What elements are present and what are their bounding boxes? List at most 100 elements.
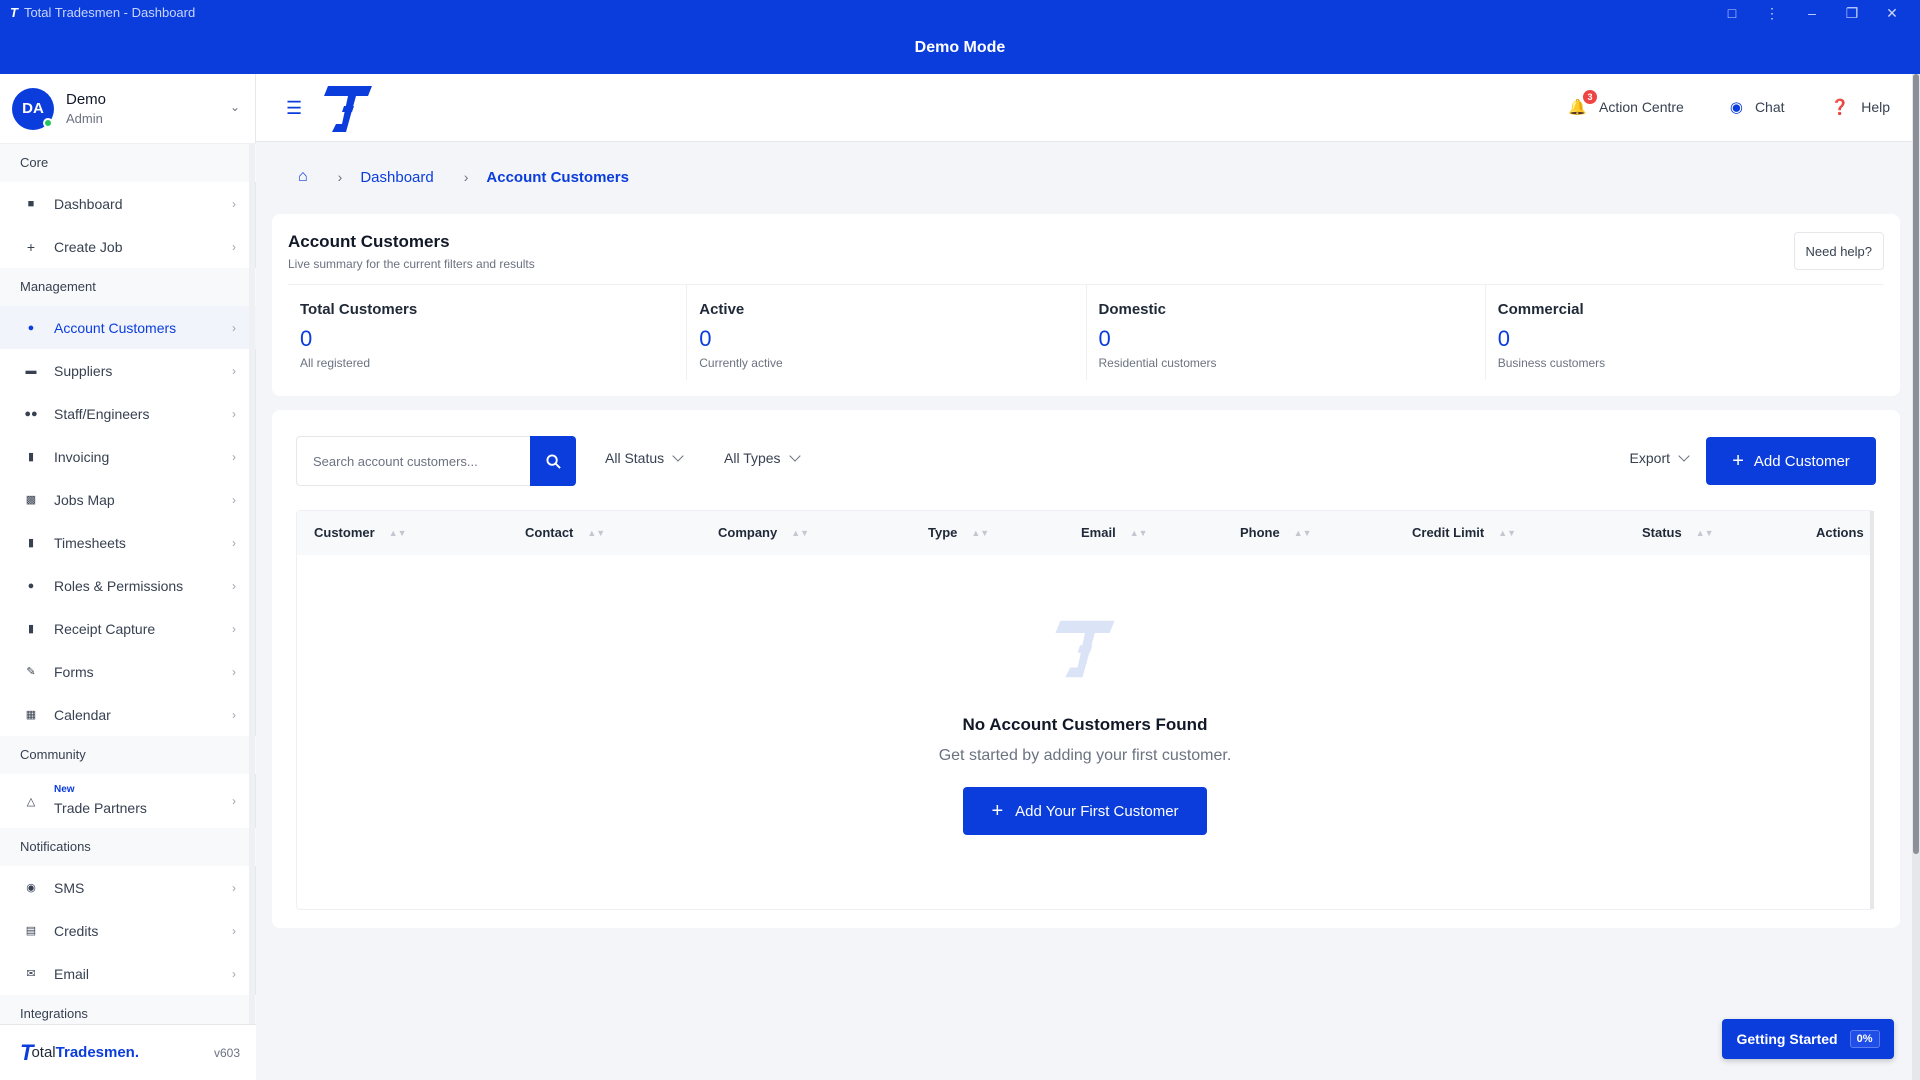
search-button[interactable] [530,436,576,486]
sidebar-item-invoicing[interactable]: ▮ Invoicing › [0,435,256,478]
status-filter-label: All Status [605,450,665,466]
chevron-down-icon [672,450,684,462]
stat-total-customers: Total Customers 0 All registered [288,285,688,380]
search-box [296,436,530,486]
sort-icon: ▲▼ [1129,527,1148,538]
user-icon: ● [27,321,35,334]
type-filter-dropdown[interactable]: All Types [724,450,801,466]
stat-value: 0 [1098,326,1111,351]
sort-icon: ▲▼ [1498,527,1517,538]
stat-description: Business customers [1497,356,1606,370]
column-status[interactable]: Status ▲▼ [1642,525,1714,540]
sidebar-item-sms[interactable]: ◉ SMS › [0,866,256,909]
sidebar-item-receipt-capture[interactable]: ▮ Receipt Capture › [0,607,256,650]
search-input[interactable] [297,437,530,485]
brand-name-light: otal [31,1044,56,1061]
window-title: T Total Tradesmen - Dashboard [10,5,195,20]
column-company[interactable]: Company ▲▼ [718,525,809,540]
chevron-right-icon: › [232,449,236,464]
form-icon: ✎ [26,666,36,678]
page-scrollbar[interactable] [1912,74,1920,1080]
sidebar-item-jobs-map[interactable]: ▩ Jobs Map › [0,478,256,521]
user-profile[interactable]: DA Demo Admin ⌄ [0,74,256,144]
getting-started-label: Getting Started [1736,1031,1838,1047]
brand-logo[interactable]: T otal Tradesmen. [20,1040,139,1066]
sidebar-item-email[interactable]: ✉ Email › [0,952,256,995]
sidebar-item-suppliers[interactable]: ▬ Suppliers › [0,349,256,392]
sidebar-item-forms[interactable]: ✎ Forms › [0,650,256,693]
sidebar-item-trade-partners[interactable]: △ New Trade Partners › [0,774,256,828]
message-icon: ◉ [26,882,36,894]
sidebar-item-account-customers[interactable]: ● Account Customers › [0,306,256,349]
column-customer[interactable]: Customer ▲▼ [314,525,407,540]
sidebar-item-label: Credits [54,922,99,939]
add-customer-button[interactable]: + Add Customer [1706,437,1876,485]
add-first-customer-button[interactable]: + Add Your First Customer [963,787,1207,835]
chat-link[interactable]: ◉ Chat [1730,98,1785,116]
need-help-button[interactable]: Need help? [1793,232,1884,270]
sidebar-item-timesheets[interactable]: ▮ Timesheets › [0,521,256,564]
summary-card: Account Customers Live summary for the c… [272,214,1900,396]
getting-started-button[interactable]: Getting Started 0% [1722,1019,1894,1059]
plus-icon: + [1732,449,1744,472]
export-dropdown[interactable]: Export [1630,450,1690,466]
sidebar-item-credits[interactable]: ▤ Credits › [0,909,256,952]
search-icon [545,453,561,469]
status-filter-dropdown[interactable]: All Status [605,450,684,466]
column-credit-limit[interactable]: Credit Limit ▲▼ [1412,525,1516,540]
plus-icon: + [26,238,36,255]
app-logo[interactable] [322,84,374,139]
chevron-down-icon[interactable]: ⌄ [230,100,240,114]
breadcrumb: ⌂ › Dashboard › Account Customers [298,168,629,186]
action-centre-link[interactable]: 🔔 3 Action Centre [1568,90,1684,116]
breadcrumb-separator: › [463,169,469,185]
avatar: DA [12,87,54,130]
section-community: Community [0,736,256,774]
chevron-right-icon: › [232,196,236,211]
close-button[interactable]: ✕ [1872,2,1912,24]
column-phone[interactable]: Phone ▲▼ [1240,525,1312,540]
app-logo-icon: T [10,5,18,20]
sidebar-item-create-job[interactable]: + Create Job › [0,225,256,268]
customers-table: Customer ▲▼ Contact ▲▼ Company ▲▼ Type ▲… [296,510,1874,910]
column-email[interactable]: Email ▲▼ [1081,525,1148,540]
demo-mode-banner: Demo Mode [914,39,1006,56]
page-scrollbar-thumb[interactable] [1913,74,1919,854]
add-first-customer-label: Add Your First Customer [1015,802,1179,820]
chevron-right-icon: › [232,664,236,679]
stat-commercial: Commercial 0 Business customers [1486,285,1884,380]
chevron-right-icon: › [232,966,236,981]
breadcrumb-dashboard[interactable]: Dashboard [360,169,433,186]
minimize-button[interactable]: – [1792,2,1832,24]
stat-value: 0 [699,326,712,351]
sidebar-item-roles[interactable]: ● Roles & Permissions › [0,564,256,607]
sidebar-item-label: Receipt Capture [54,620,156,637]
table-scrollbar[interactable] [1870,511,1874,909]
restore-button[interactable]: ❐ [1832,2,1872,24]
section-core: Core [0,144,256,182]
sort-icon: ▲▼ [791,527,810,538]
section-integrations: Integrations [0,995,256,1024]
sort-icon: ▲▼ [388,527,407,538]
stat-description: Residential customers [1098,356,1217,370]
column-label: Type [928,525,958,540]
stat-description: Currently active [699,356,783,370]
sort-icon: ▲▼ [971,527,990,538]
menu-icon[interactable]: ☰ [286,98,302,119]
version-label: v603 [213,1045,240,1060]
user-lock-icon: ● [27,579,35,592]
sidebar-item-dashboard[interactable]: ■ Dashboard › [0,182,256,225]
help-label: Help [1861,99,1890,115]
stat-label: Active [699,301,745,318]
column-type[interactable]: Type ▲▼ [928,525,989,540]
online-status-dot [43,117,53,128]
column-contact[interactable]: Contact ▲▼ [525,525,605,540]
sidebar-item-calendar[interactable]: ▦ Calendar › [0,693,256,736]
extensions-icon[interactable]: □ [1712,2,1752,24]
chevron-down-icon [1678,450,1690,462]
help-link[interactable]: ❓ Help [1831,98,1890,116]
sidebar-scrollbar[interactable] [249,144,255,1024]
more-options-icon[interactable]: ⋮ [1752,2,1792,24]
sidebar-item-staff[interactable]: ●● Staff/Engineers › [0,392,256,435]
home-icon[interactable]: ⌂ [298,168,308,186]
